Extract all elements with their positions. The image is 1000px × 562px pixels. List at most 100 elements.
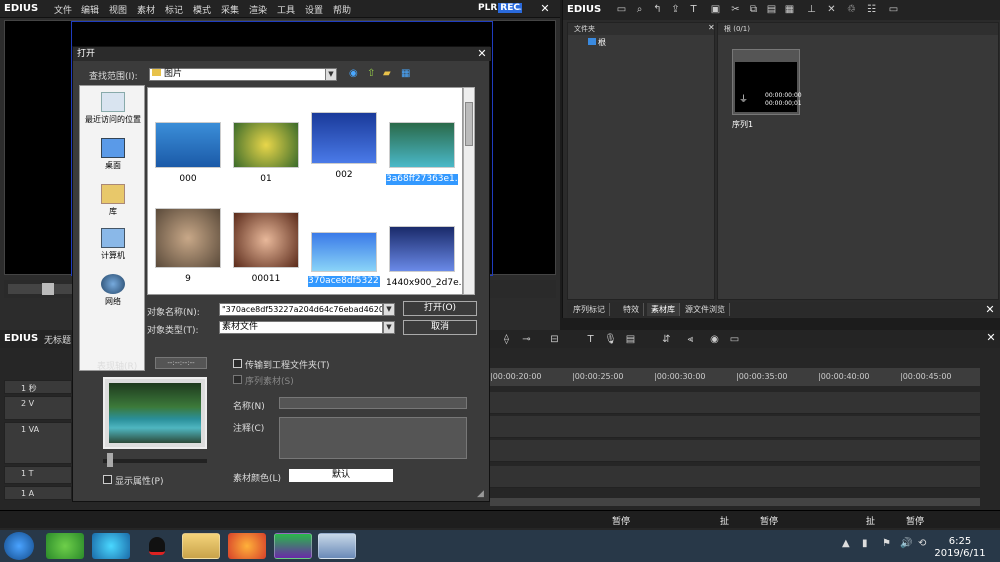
tray-sync-icon[interactable]: ⟲ <box>918 538 926 549</box>
tray-volume-icon[interactable]: 🔊 <box>900 538 912 549</box>
folder-root[interactable]: 根 <box>588 37 606 48</box>
preview-slider-handle[interactable] <box>107 453 113 467</box>
cancel-button[interactable]: 取消 <box>403 320 477 335</box>
timeline-hscroll[interactable] <box>490 498 980 506</box>
dialog-close-icon[interactable]: ✕ <box>475 47 489 61</box>
sequence-clip[interactable]: ⏚ 00:00:00:00 00:00:00;01 <box>732 49 802 115</box>
menu-help[interactable]: 帮助 <box>333 3 351 16</box>
file-item[interactable]: 01 <box>230 122 302 185</box>
search-icon[interactable]: ⌕ <box>633 4 646 16</box>
tool-expand-icon[interactable]: ⊸ <box>520 334 533 346</box>
place-library[interactable]: 库 <box>80 184 146 217</box>
menu-capture[interactable]: 采集 <box>221 3 239 16</box>
menu-mode[interactable]: 模式 <box>193 3 211 16</box>
up-folder-icon[interactable]: ⇧ <box>367 68 375 79</box>
place-recent[interactable]: 最近访问的位置 <box>80 92 146 125</box>
file-item[interactable]: 9 <box>152 208 224 285</box>
mic-icon[interactable]: 🎙 <box>604 334 617 346</box>
tray-expand-icon[interactable]: ▲ <box>842 538 850 549</box>
tool-clip-icon[interactable]: ⊟ <box>548 334 561 346</box>
filetype-dropdown-icon[interactable]: ▼ <box>383 321 395 334</box>
track-row[interactable] <box>490 392 980 414</box>
clip-color-button[interactable]: 默认 <box>289 469 393 482</box>
file-item[interactable]: 000 <box>152 122 224 185</box>
filename-input[interactable]: "370ace8df53227a204d64c76ebad4620.jpg <box>219 303 383 316</box>
edius-taskbar-icon[interactable] <box>274 533 312 559</box>
open-button[interactable]: 打开(O) <box>403 301 477 316</box>
properties-icon[interactable]: ♲ <box>845 4 858 16</box>
app-window-icon[interactable] <box>318 533 356 559</box>
place-network[interactable]: 网络 <box>80 274 146 307</box>
tab-bin[interactable]: 素材库 <box>647 303 680 316</box>
scrollbar-thumb[interactable] <box>465 102 473 146</box>
close-icon[interactable]: ✕ <box>538 1 552 16</box>
folder-icon[interactable]: ▭ <box>615 4 628 16</box>
file-item[interactable]: 00011 <box>230 212 302 285</box>
lookin-dropdown-icon[interactable]: ▼ <box>325 68 337 81</box>
menu-clip[interactable]: 素材 <box>137 3 155 16</box>
menu-file[interactable]: 文件 <box>54 3 72 16</box>
open-clip-icon[interactable]: ⇪ <box>669 4 682 16</box>
view-menu-icon[interactable]: ▦ <box>401 68 410 79</box>
resize-grip-icon[interactable]: ◢ <box>477 489 484 499</box>
menu-edit[interactable]: 编辑 <box>81 3 99 16</box>
comment-field[interactable] <box>279 417 467 459</box>
taskbar-clock[interactable]: 6:25 2019/6/11 <box>930 536 990 560</box>
lookin-combo[interactable]: 图片 <box>149 68 327 81</box>
track-1va[interactable]: 1 VA <box>4 422 72 464</box>
scrubber-handle-icon[interactable] <box>42 283 54 295</box>
explorer-icon[interactable] <box>182 533 220 559</box>
track-row[interactable] <box>490 466 980 488</box>
qq-icon[interactable] <box>138 533 176 559</box>
new-folder-icon[interactable]: ▰ <box>383 68 391 79</box>
menu-render[interactable]: 渲染 <box>249 3 267 16</box>
insert-icon[interactable]: ⊥ <box>805 4 818 16</box>
title-icon[interactable]: T <box>584 334 597 346</box>
monitor-icon[interactable]: ▣ <box>709 4 722 16</box>
file-item[interactable]: 370ace8df53227a204d64c76ebad <box>308 232 462 287</box>
tool-dropdown-icon[interactable]: ⟠ <box>500 334 513 346</box>
cut-icon[interactable]: ✂ <box>729 4 742 16</box>
tab-sequence-markers[interactable]: 序列标记 <box>569 303 610 316</box>
name-field[interactable] <box>279 397 467 409</box>
place-desktop[interactable]: 桌面 <box>80 138 146 171</box>
file-item[interactable]: 3a68ff27363e1... <box>386 122 462 185</box>
copy-icon[interactable]: ⧉ <box>747 4 760 16</box>
tray-flag-icon[interactable]: ⚑ <box>882 538 891 549</box>
timeline-close-icon[interactable]: ✕ <box>984 330 998 345</box>
show-props-checkbox[interactable] <box>103 475 112 484</box>
track-row[interactable] <box>490 416 980 438</box>
start-button-icon[interactable] <box>4 532 34 560</box>
place-computer[interactable]: 计算机 <box>80 228 146 261</box>
tab-source-browser[interactable]: 源文件浏览 <box>681 303 730 316</box>
sort-icon[interactable]: ⇵ <box>660 334 673 346</box>
timeline-ruler[interactable]: |00:00:20:00 |00:00:25:00 |00:00:30:00 |… <box>490 368 980 386</box>
mixer-icon[interactable]: ⫷ <box>684 334 697 346</box>
firefox-icon[interactable] <box>228 533 266 559</box>
menu-marker[interactable]: 标记 <box>165 3 183 16</box>
file-list-scrollbar[interactable] <box>463 87 475 295</box>
app-browser-icon[interactable] <box>92 533 130 559</box>
bin-close-icon[interactable]: ✕ <box>983 302 997 317</box>
layout-icon[interactable]: ▦ <box>783 4 796 16</box>
folder-pane-close-icon[interactable]: ✕ <box>708 23 715 32</box>
filename-dropdown-icon[interactable]: ▼ <box>383 303 395 316</box>
menu-settings[interactable]: 设置 <box>305 3 323 16</box>
track-1a[interactable]: 1 A <box>4 486 72 500</box>
record-icon[interactable]: ◉ <box>708 334 721 346</box>
transfer-checkbox[interactable] <box>233 359 242 368</box>
paste-icon[interactable]: ▤ <box>765 4 778 16</box>
track-2v[interactable]: 2 V <box>4 396 72 420</box>
tab-effects[interactable]: 特效 <box>619 303 644 316</box>
app-360-icon[interactable] <box>46 533 84 559</box>
menu-tools[interactable]: 工具 <box>277 3 295 16</box>
view-icon[interactable]: ☷ <box>865 4 878 16</box>
delete-icon[interactable]: ✕ <box>825 4 838 16</box>
preview-slider[interactable] <box>103 459 207 463</box>
up-icon[interactable]: ↰ <box>651 4 664 16</box>
menu-view[interactable]: 视图 <box>109 3 127 16</box>
render-icon[interactable]: ▤ <box>624 334 637 346</box>
back-icon[interactable]: ◉ <box>349 68 358 79</box>
file-item[interactable]: 002 <box>308 112 380 181</box>
track-row[interactable] <box>490 440 980 462</box>
